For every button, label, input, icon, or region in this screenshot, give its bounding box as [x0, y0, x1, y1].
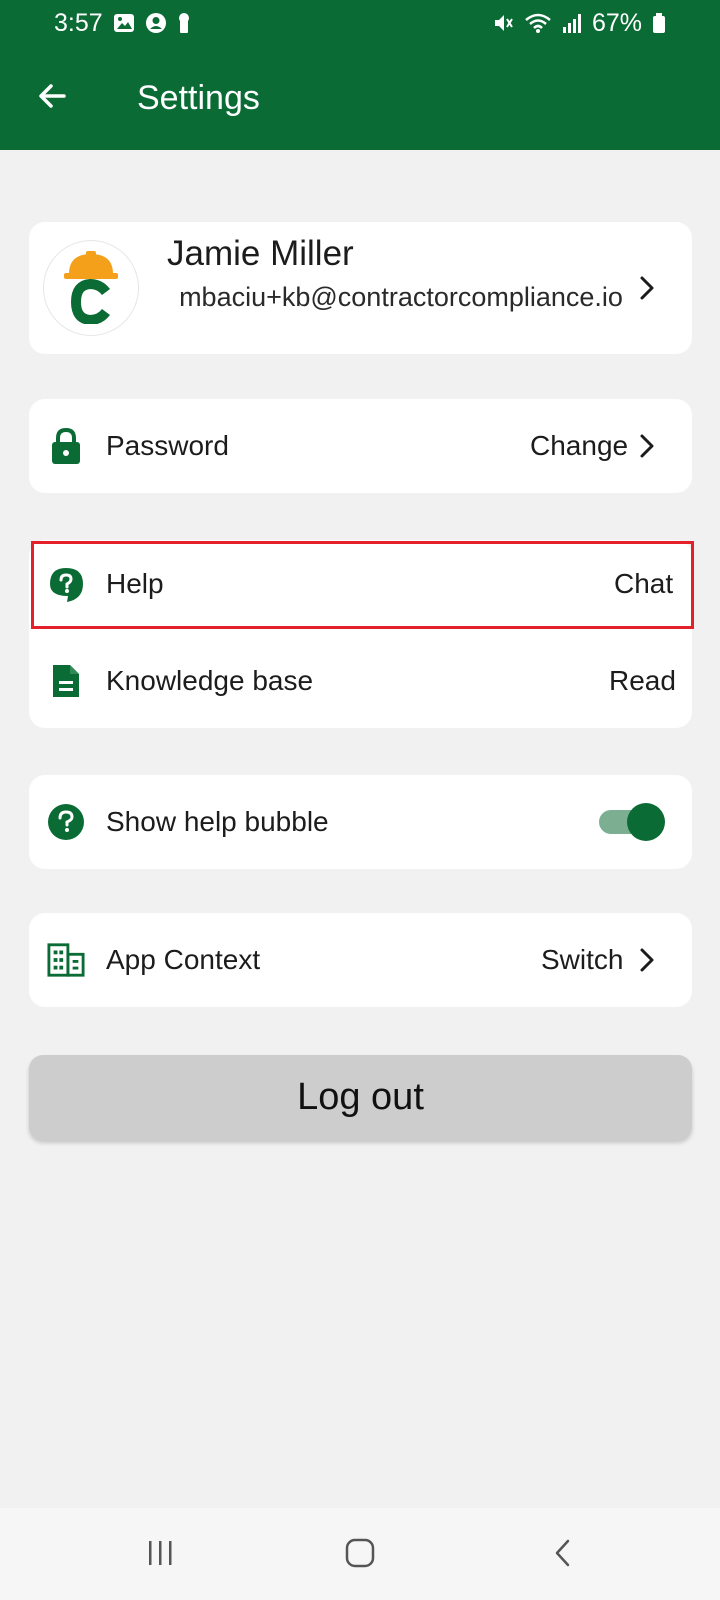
status-time: 3:57 [54, 8, 103, 37]
app-context-row[interactable]: App Context Switch [29, 913, 692, 1007]
password-value: Change [530, 430, 629, 461]
app-bar: Settings [0, 46, 720, 150]
hardhat-c-logo-icon [56, 248, 126, 329]
status-bar: 3:57 67% [0, 0, 720, 46]
system-back-button[interactable] [538, 1530, 588, 1580]
logout-button[interactable]: Log out [29, 1055, 692, 1140]
password-row[interactable]: Password Change [29, 399, 692, 493]
signal-icon [562, 12, 582, 34]
image-icon [113, 12, 135, 34]
avatar [43, 240, 139, 336]
user-name: Jamie Miller [167, 234, 354, 273]
toggle-thumb [627, 803, 665, 841]
knowledge-base-value: Read [609, 665, 676, 696]
battery-percent: 67% [591, 8, 642, 37]
back-button[interactable] [30, 76, 74, 120]
profile-card[interactable]: Jamie Miller mbaciu+kb@contractorcomplia… [29, 222, 692, 354]
app-context-label: App Context [106, 944, 261, 975]
app-context-value: Switch [541, 944, 624, 975]
help-label: Help [106, 568, 164, 599]
help-bubble-toggle[interactable] [599, 803, 665, 841]
help-row[interactable]: Help Chat [29, 540, 692, 630]
password-card: Password Change [29, 399, 692, 493]
mute-icon [492, 12, 514, 34]
chevron-left-icon [551, 1537, 575, 1574]
help-bubble-card: Show help bubble [29, 775, 692, 869]
document-icon [47, 662, 85, 700]
home-icon [344, 1537, 376, 1574]
home-button[interactable] [335, 1530, 385, 1580]
system-nav-bar [0, 1508, 720, 1600]
chevron-right-icon [636, 273, 658, 303]
help-card: Help Chat Knowledge base Read [29, 540, 692, 728]
knowledge-base-label: Knowledge base [106, 665, 314, 696]
lock-icon [47, 427, 85, 465]
recent-apps-button[interactable] [135, 1530, 185, 1580]
help-bubble-label: Show help bubble [106, 806, 329, 837]
building-icon [47, 941, 85, 979]
recent-apps-icon [145, 1538, 175, 1573]
help-chat-icon [47, 566, 85, 604]
wifi-icon [524, 12, 552, 34]
user-email: mbaciu+kb@contractorcompliance.io [179, 282, 623, 312]
page-title: Settings [137, 79, 260, 117]
battery-icon [652, 12, 666, 34]
password-label: Password [106, 430, 229, 461]
chevron-right-icon [636, 431, 658, 461]
help-circle-icon [47, 803, 85, 841]
account-circle-icon [145, 12, 167, 34]
app-context-card: App Context Switch [29, 913, 692, 1007]
help-value: Chat [614, 568, 674, 599]
keyhole-icon [177, 12, 191, 34]
knowledge-base-row[interactable]: Knowledge base Read [29, 634, 692, 728]
arrow-left-icon [35, 79, 69, 118]
chevron-right-icon [636, 945, 658, 975]
help-bubble-row: Show help bubble [29, 775, 692, 869]
